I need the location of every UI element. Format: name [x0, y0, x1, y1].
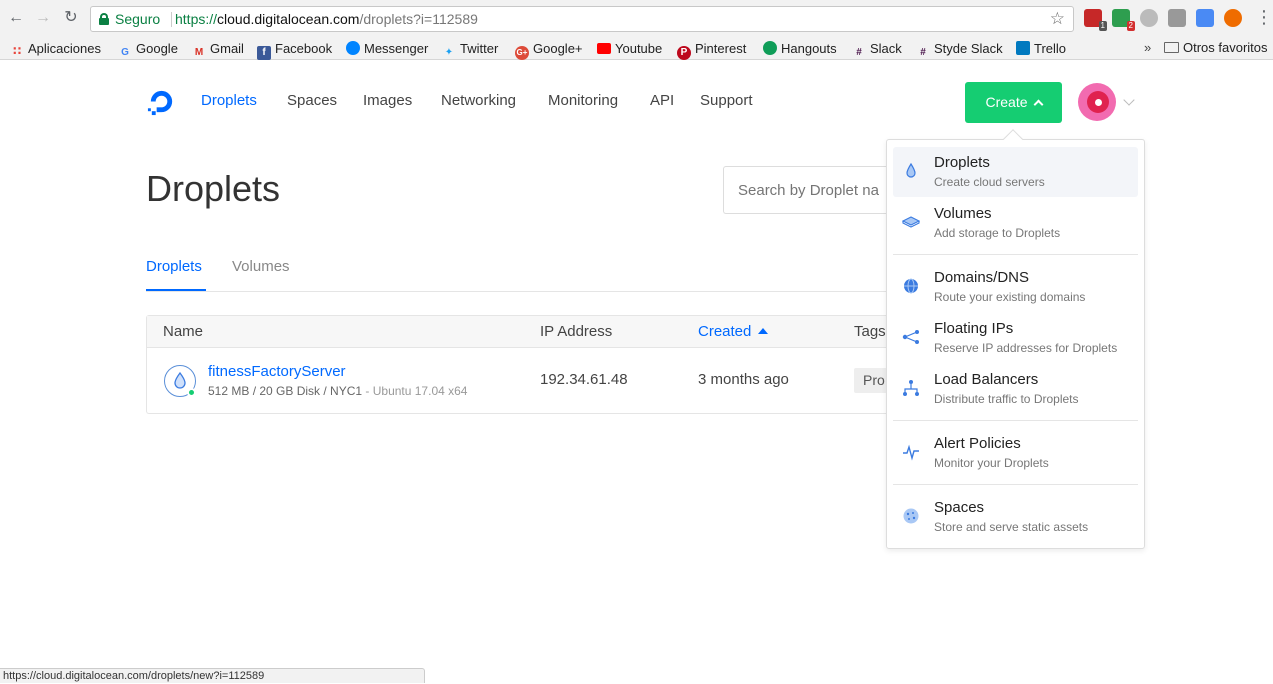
trello-icon — [1016, 41, 1030, 55]
floating-ip-icon — [902, 330, 919, 344]
avatar[interactable] — [1078, 83, 1116, 121]
nav-api[interactable]: API — [650, 91, 674, 111]
menu-divider — [893, 420, 1138, 421]
header-name[interactable]: Name — [163, 323, 203, 341]
camera-extension-icon[interactable] — [1168, 9, 1186, 27]
adblock-extension-icon[interactable]: 1 — [1084, 9, 1107, 31]
droplet-ip: 192.34.61.48 — [540, 371, 628, 388]
header-ip-address[interactable]: IP Address — [540, 323, 612, 341]
nav-monitoring[interactable]: Monitoring — [548, 91, 618, 111]
bookmark-star-icon[interactable]: ☆ — [1050, 9, 1065, 29]
chevron-down-icon[interactable] — [1123, 94, 1135, 106]
droplets-table: Name IP Address Created Tags fitnessFact… — [146, 315, 914, 414]
bookmarks-overflow-button[interactable]: » — [1144, 40, 1151, 55]
nav-support[interactable]: Support — [700, 91, 753, 111]
menu-divider — [893, 484, 1138, 485]
volume-icon — [902, 216, 920, 228]
bookmark-pinterest[interactable]: P Pinterest — [677, 40, 746, 60]
page-title: Droplets — [146, 168, 281, 209]
facebook-icon: f — [257, 46, 271, 60]
bookmark-google-plus[interactable]: G+ Google+ — [515, 40, 583, 60]
globe-icon — [904, 278, 918, 294]
menu-item-floating-ips[interactable]: Floating IPs Reserve IP addresses for Dr… — [893, 313, 1138, 363]
extension-icon[interactable] — [1224, 9, 1242, 27]
slack-icon: # — [856, 47, 862, 58]
status-bar-url: https://cloud.digitalocean.com/droplets/… — [0, 668, 425, 683]
header-created[interactable]: Created — [698, 323, 769, 341]
google-plus-icon: G+ — [515, 46, 529, 60]
slack-icon: # — [920, 47, 926, 58]
google-icon: G — [121, 47, 129, 58]
sort-ascending-icon — [758, 328, 769, 334]
bookmark-google[interactable]: G Google — [118, 40, 178, 58]
address-separator — [171, 12, 172, 27]
menu-item-alert-policies[interactable]: Alert Policies Monitor your Droplets — [893, 428, 1138, 478]
secure-label: Seguro — [115, 11, 161, 27]
nav-images[interactable]: Images — [363, 91, 412, 111]
twitter-icon: ✦ — [444, 47, 454, 58]
nav-networking[interactable]: Networking — [441, 91, 516, 111]
droplet-name-link[interactable]: fitnessFactoryServer — [208, 363, 346, 381]
messenger-icon — [346, 41, 360, 55]
menu-item-domains-dns[interactable]: Domains/DNS Route your existing domains — [893, 262, 1138, 312]
apps-grid-icon: ∷ — [12, 44, 22, 58]
tab-droplets[interactable]: Droplets — [146, 258, 202, 276]
tab-bar: Droplets Volumes — [146, 250, 906, 292]
browser-toolbar: ← → ↻ Seguro https://cloud.digitalocean.… — [0, 0, 1273, 37]
bookmark-twitter[interactable]: ✦ Twitter — [442, 40, 499, 58]
menu-item-spaces[interactable]: Spaces Store and serve static assets — [893, 492, 1138, 542]
nav-droplets[interactable]: Droplets — [201, 91, 257, 111]
alert-pulse-icon — [903, 444, 919, 461]
back-arrow-icon[interactable]: ← — [7, 9, 25, 27]
menu-divider — [893, 254, 1138, 255]
nav-spaces[interactable]: Spaces — [287, 91, 337, 111]
header-tags[interactable]: Tags — [854, 323, 886, 341]
hangouts-icon — [763, 41, 777, 55]
menu-item-volumes[interactable]: Volumes Add storage to Droplets — [893, 198, 1138, 248]
extension-icon[interactable]: 2 — [1112, 9, 1135, 31]
menu-item-droplets[interactable]: Droplets Create cloud servers — [893, 147, 1138, 197]
active-tab-indicator — [146, 289, 206, 291]
url-text: https://cloud.digitalocean.com/droplets?… — [175, 11, 478, 27]
chevron-up-icon — [1033, 99, 1043, 110]
drive-extension-icon[interactable] — [1140, 9, 1158, 27]
reload-icon[interactable]: ↻ — [62, 9, 80, 27]
load-balancer-icon — [903, 380, 919, 396]
pinterest-icon: P — [677, 46, 691, 60]
extension-icon[interactable] — [1196, 9, 1214, 27]
digitalocean-logo[interactable] — [146, 86, 177, 117]
bookmarks-bar: ∷ Aplicaciones G Google M Gmail f Facebook M… — [0, 37, 1273, 60]
online-status-dot — [187, 388, 196, 397]
spaces-icon — [903, 508, 919, 524]
bookmark-gmail[interactable]: M Gmail — [192, 40, 244, 58]
bookmark-messenger[interactable]: Messenger — [346, 40, 428, 57]
table-row[interactable]: fitnessFactoryServer 512 MB / 20 GB Disk… — [147, 348, 914, 414]
droplet-specs: 512 MB / 20 GB Disk / NYC1 - Ubuntu 17.0… — [208, 384, 468, 398]
folder-icon — [1164, 42, 1179, 53]
tab-volumes[interactable]: Volumes — [232, 258, 290, 276]
bookmark-styde-slack[interactable]: # Styde Slack — [916, 40, 1002, 58]
bookmark-aplicaciones[interactable]: ∷ Aplicaciones — [10, 40, 101, 58]
bookmark-youtube[interactable]: Youtube — [597, 40, 662, 57]
address-bar[interactable]: Seguro https://cloud.digitalocean.com/dr… — [90, 6, 1074, 32]
droplet-icon — [906, 162, 916, 178]
forward-arrow-icon[interactable]: → — [34, 9, 52, 27]
bookmark-hangouts[interactable]: Hangouts — [763, 40, 837, 57]
bookmark-trello[interactable]: Trello — [1016, 40, 1066, 57]
bookmark-slack[interactable]: # Slack — [852, 40, 902, 58]
create-dropdown-menu: Droplets Create cloud servers Volumes Ad… — [886, 129, 1145, 549]
create-button[interactable]: Create — [965, 82, 1062, 123]
gmail-icon: M — [194, 47, 204, 58]
dropdown-caret — [1003, 129, 1023, 149]
droplet-status-icon — [164, 365, 196, 397]
droplet-created: 3 months ago — [698, 371, 789, 388]
youtube-icon — [597, 43, 611, 54]
bookmark-folder-otros[interactable]: Otros favoritos — [1164, 40, 1268, 55]
bookmark-facebook[interactable]: f Facebook — [257, 40, 332, 60]
menu-item-load-balancers[interactable]: Load Balancers Distribute traffic to Dro… — [893, 364, 1138, 414]
browser-menu-icon[interactable]: ⋮ — [1255, 7, 1273, 27]
table-header: Name IP Address Created Tags — [147, 316, 907, 348]
lock-icon — [99, 13, 109, 25]
